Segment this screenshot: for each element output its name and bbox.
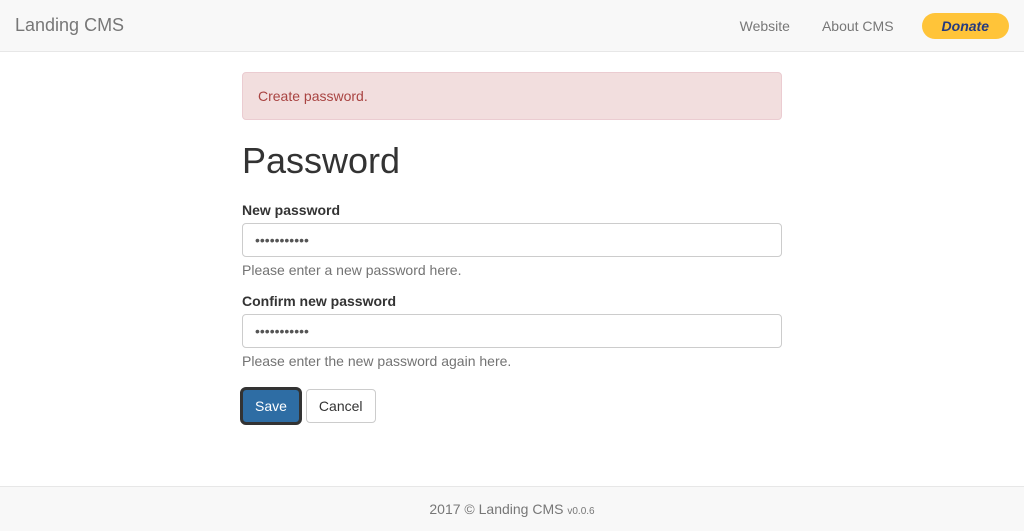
nav-about-cms[interactable]: About CMS: [810, 3, 906, 49]
new-password-help: Please enter a new password here.: [242, 262, 782, 278]
donate-button[interactable]: Donate: [922, 13, 1009, 39]
footer-copyright: 2017 © Landing CMS: [429, 501, 567, 517]
form-group-new-password: New password Please enter a new password…: [242, 202, 782, 278]
navbar-right: Website About CMS Donate: [728, 3, 1009, 49]
confirm-password-help: Please enter the new password again here…: [242, 353, 782, 369]
alert-danger: Create password.: [242, 72, 782, 120]
button-row: Save Cancel: [242, 389, 782, 423]
main-container: Create password. Password New password P…: [227, 72, 797, 423]
confirm-password-label: Confirm new password: [242, 293, 782, 309]
cancel-button[interactable]: Cancel: [306, 389, 376, 423]
new-password-label: New password: [242, 202, 782, 218]
save-button[interactable]: Save: [242, 389, 300, 423]
form-group-confirm-password: Confirm new password Please enter the ne…: [242, 293, 782, 369]
page-title: Password: [242, 140, 782, 182]
footer-version: v0.0.6: [567, 506, 594, 517]
nav-website[interactable]: Website: [728, 3, 802, 49]
navbar: Landing CMS Website About CMS Donate: [0, 0, 1024, 52]
footer: 2017 © Landing CMS v0.0.6: [0, 486, 1024, 531]
brand-link[interactable]: Landing CMS: [15, 0, 124, 51]
new-password-input[interactable]: [242, 223, 782, 257]
confirm-password-input[interactable]: [242, 314, 782, 348]
